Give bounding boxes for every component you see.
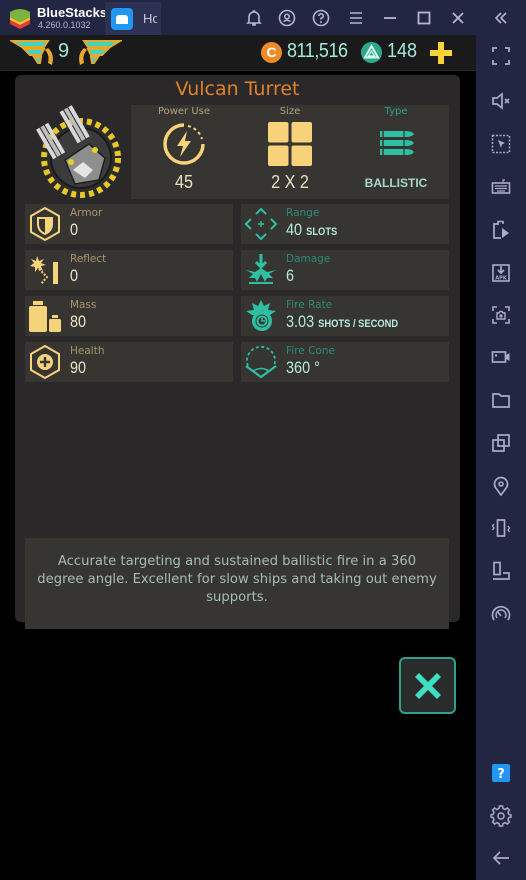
stat-power-use: Power Use 45	[131, 105, 237, 199]
add-currency-button[interactable]	[429, 41, 453, 65]
bullets-icon	[380, 130, 414, 156]
mass-weights-icon	[29, 301, 61, 332]
close-x-icon	[415, 673, 441, 699]
svg-text:APK: APK	[495, 276, 508, 282]
health-plus-icon	[30, 344, 60, 380]
apk-install-icon[interactable]: APK	[489, 261, 513, 285]
power-bolt-icon	[163, 123, 205, 165]
game-viewport: 9 C 811,516 148 Vulcan Turret Power Use …	[0, 35, 476, 880]
gem-balance: 148	[387, 40, 418, 62]
top-hud: 9 C 811,516 148	[0, 35, 476, 71]
account-icon[interactable]	[275, 6, 299, 30]
damage-label: Damage	[286, 253, 331, 265]
fire-cone-value: 360 °	[286, 358, 320, 377]
bluestacks-sidebar: APK ?	[476, 35, 526, 880]
fire-rate-unit: SHOTS / SECOND	[318, 318, 399, 330]
stat-size: Size 2 X 2	[237, 105, 343, 199]
stat-range: Range 40 SLOTS	[241, 204, 449, 244]
size-value: 2 X 2	[271, 172, 309, 192]
gem-icon	[361, 42, 382, 63]
bluestacks-logo-icon	[10, 9, 30, 29]
item-detail-panel: Vulcan Turret Power Use 45 Size 2 X 2 Ty…	[15, 75, 460, 629]
close-panel-button[interactable]	[399, 657, 456, 714]
mass-value: 80	[70, 312, 87, 331]
multi-instance-icon[interactable]	[489, 431, 513, 455]
reflect-label: Reflect	[70, 253, 107, 265]
stat-armor: Armor 0	[25, 204, 233, 244]
home-icon	[111, 8, 133, 30]
menu-icon[interactable]	[344, 6, 368, 30]
stat-fire-cone: Fire Cone 360 °	[241, 342, 449, 382]
grid-size-icon	[268, 122, 312, 166]
app-version: 4.260.0.1032	[38, 20, 91, 30]
power-use-label: Power Use	[157, 106, 211, 117]
coin-icon: C	[261, 42, 282, 63]
app-name: BlueStacks	[37, 5, 108, 20]
range-label: Range	[286, 207, 320, 219]
damage-impact-icon	[246, 254, 276, 284]
bell-icon[interactable]	[242, 6, 266, 30]
rotate-icon[interactable]	[489, 559, 513, 583]
type-value: BALLISTIC	[364, 176, 428, 190]
armor-value: 0	[70, 220, 79, 239]
keyboard-icon[interactable]	[489, 175, 513, 199]
stat-type: Type BALLISTIC	[343, 105, 449, 199]
armor-label: Armor	[70, 207, 103, 219]
item-title: Vulcan Turret	[175, 78, 300, 100]
folder-icon[interactable]	[489, 388, 513, 412]
volume-mute-icon[interactable]	[489, 89, 513, 113]
back-arrow-icon[interactable]	[489, 846, 513, 870]
size-label: Size	[279, 106, 301, 117]
camera-icon[interactable]	[489, 303, 513, 327]
reflect-icon	[30, 256, 58, 285]
fullscreen-icon[interactable]	[489, 44, 513, 68]
health-value: 90	[70, 358, 87, 377]
media-play-icon[interactable]	[489, 218, 513, 242]
mass-label: Mass	[70, 299, 97, 311]
collapse-sidebar-icon[interactable]	[489, 6, 513, 30]
shake-icon[interactable]	[489, 516, 513, 540]
close-icon[interactable]	[446, 6, 470, 30]
item-description: Accurate targeting and sustained ballist…	[25, 538, 449, 629]
stat-fire-rate: Fire Rate 3.03 SHOTS / SECOND	[241, 296, 449, 336]
range-unit: SLOTS	[306, 226, 338, 238]
svg-text:?: ?	[497, 767, 505, 782]
fire-rate-icon	[246, 300, 276, 331]
minimize-icon[interactable]	[378, 6, 402, 30]
fire-rate-value: 3.03 SHOTS / SECOND	[286, 312, 399, 331]
armor-shield-icon	[30, 206, 60, 242]
power-use-value: 45	[174, 172, 194, 192]
pointer-select-icon[interactable]	[489, 132, 513, 156]
fire-cone-label: Fire Cone	[286, 345, 335, 357]
tab-home-label: Home	[143, 11, 157, 26]
location-pin-icon[interactable]	[489, 474, 513, 498]
stat-mass: Mass 80	[25, 296, 233, 336]
help-square-icon[interactable]: ?	[489, 761, 513, 785]
type-label: Type	[384, 106, 408, 117]
reflect-value: 0	[70, 266, 79, 285]
fire-cone-unit: °	[314, 358, 320, 377]
tab-home[interactable]: Home	[105, 2, 161, 35]
bluestacks-titlebar: BlueStacks 4.260.0.1032 Home Space Arena	[0, 0, 526, 880]
range-crosshair-icon	[244, 207, 278, 241]
stat-damage: Damage 6	[241, 250, 449, 290]
top-stats-box: Power Use 45 Size 2 X 2 Type BALLISTIC	[131, 105, 449, 199]
coin-balance: 811,516	[287, 40, 348, 62]
rank-level: 9	[58, 40, 70, 62]
gear-icon[interactable]	[489, 804, 513, 828]
fire-rate-label: Fire Rate	[286, 299, 333, 311]
video-record-icon[interactable]	[489, 345, 513, 369]
fire-cone-icon	[245, 345, 277, 379]
speedometer-icon[interactable]	[489, 601, 513, 625]
range-value: 40 SLOTS	[286, 220, 338, 239]
stat-health: Health 90	[25, 342, 233, 382]
vulcan-turret-image	[36, 105, 121, 198]
damage-value: 6	[286, 266, 295, 285]
maximize-icon[interactable]	[412, 6, 436, 30]
help-icon[interactable]	[309, 6, 333, 30]
stat-reflect: Reflect 0	[25, 250, 233, 290]
health-label: Health	[70, 345, 105, 357]
